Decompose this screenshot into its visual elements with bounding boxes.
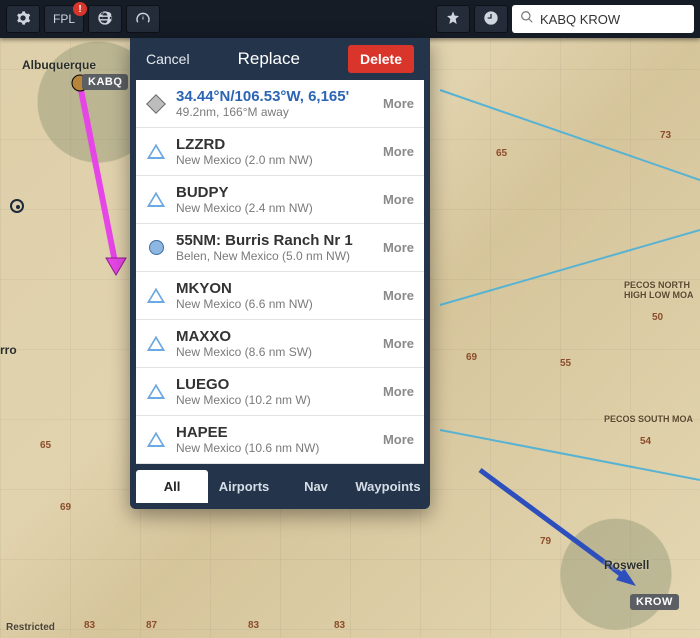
moa-label-1: PECOS NORTH HIGH LOW MOA: [624, 280, 694, 300]
map-elev: 50: [652, 312, 663, 323]
airport-tag-kabq[interactable]: KABQ: [82, 74, 128, 90]
filter-tabs: All Airports Nav Waypoints: [136, 464, 424, 503]
waypoint-name: BUDPY: [176, 184, 373, 201]
waypoint-name: MKYON: [176, 280, 373, 297]
more-button[interactable]: More: [383, 288, 414, 303]
gear-icon: [15, 10, 31, 29]
more-button[interactable]: More: [383, 336, 414, 351]
waypoint-name: 34.44°N/106.53°W, 6,165': [176, 88, 373, 105]
waypoint-name: LZZRD: [176, 136, 373, 153]
globe-button[interactable]: [88, 5, 122, 33]
gauge-icon: [135, 10, 151, 29]
waypoint-name: LUEGO: [176, 376, 373, 393]
map-elev: 54: [640, 436, 651, 447]
settings-button[interactable]: [6, 5, 40, 33]
fpl-label: FPL: [53, 12, 75, 26]
tab-airports[interactable]: Airports: [208, 470, 280, 503]
map-label-rro: rro: [0, 343, 17, 357]
map-elev: 87: [146, 620, 157, 631]
list-item[interactable]: HAPEENew Mexico (10.6 nm NW) More: [136, 416, 424, 464]
list-item[interactable]: LUEGONew Mexico (10.2 nm W) More: [136, 368, 424, 416]
map-elev: 69: [60, 502, 71, 513]
waypoint-sub: New Mexico (10.2 nm W): [176, 393, 373, 407]
list-item[interactable]: MAXXONew Mexico (8.6 nm SW) More: [136, 320, 424, 368]
airport-tag-krow[interactable]: KROW: [630, 594, 679, 610]
tab-waypoints[interactable]: Waypoints: [352, 470, 424, 503]
map-elev: 83: [248, 620, 259, 631]
search-field[interactable]: [512, 5, 694, 33]
search-input[interactable]: [540, 12, 686, 27]
waypoint-sub: New Mexico (10.6 nm NW): [176, 441, 373, 455]
list-item[interactable]: 34.44°N/106.53°W, 6,165'49.2nm, 166°M aw…: [136, 80, 424, 128]
star-button[interactable]: [436, 5, 470, 33]
list-item[interactable]: BUDPYNew Mexico (2.4 nm NW) More: [136, 176, 424, 224]
alert-badge: !: [73, 2, 87, 16]
more-button[interactable]: More: [383, 384, 414, 399]
map-elev: 83: [334, 620, 345, 631]
diamond-icon: [146, 94, 166, 114]
tab-nav[interactable]: Nav: [280, 470, 352, 503]
list-item[interactable]: 55NM: Burris Ranch Nr 1Belen, New Mexico…: [136, 224, 424, 272]
map-elev: 65: [496, 148, 507, 159]
waypoint-list[interactable]: 34.44°N/106.53°W, 6,165'49.2nm, 166°M aw…: [136, 80, 424, 464]
more-button[interactable]: More: [383, 432, 414, 447]
waypoint-name: 55NM: Burris Ranch Nr 1: [176, 232, 373, 249]
list-item[interactable]: LZZRDNew Mexico (2.0 nm NW) More: [136, 128, 424, 176]
map-elev: 79: [540, 536, 551, 547]
cancel-button[interactable]: Cancel: [146, 51, 190, 67]
more-button[interactable]: More: [383, 192, 414, 207]
triangle-icon: [147, 432, 165, 447]
map-elev: 83: [84, 620, 95, 631]
waypoint-sub: New Mexico (2.4 nm NW): [176, 201, 373, 215]
waypoint-name: HAPEE: [176, 424, 373, 441]
city-label-albuquerque: Albuquerque: [22, 58, 96, 72]
replace-popup: Cancel Replace Delete 34.44°N/106.53°W, …: [130, 38, 430, 509]
triangle-icon: [147, 336, 165, 351]
city-label-roswell: Roswell: [604, 558, 649, 572]
circle-icon: [149, 240, 164, 255]
clock-button[interactable]: [474, 5, 508, 33]
map-elev: 55: [560, 358, 571, 369]
moa-label-2: PECOS SOUTH MOA: [604, 414, 693, 424]
map-elev: 69: [466, 352, 477, 363]
popup-header: Cancel Replace Delete: [136, 38, 424, 80]
more-button[interactable]: More: [383, 144, 414, 159]
waypoint-sub: 49.2nm, 166°M away: [176, 105, 373, 119]
map-elev: 73: [660, 130, 671, 141]
tab-all[interactable]: All: [136, 470, 208, 503]
popup-title: Replace: [238, 49, 300, 69]
map-fix-symbol: [10, 199, 24, 213]
waypoint-sub: New Mexico (2.0 nm NW): [176, 153, 373, 167]
more-button[interactable]: More: [383, 240, 414, 255]
map-elev: 65: [40, 440, 51, 451]
delete-button[interactable]: Delete: [348, 45, 414, 73]
waypoint-sub: New Mexico (6.6 nm NW): [176, 297, 373, 311]
toolbar: FPL !: [0, 0, 700, 38]
fpl-button[interactable]: FPL !: [44, 5, 84, 33]
more-button[interactable]: More: [383, 96, 414, 111]
globe-icon: [97, 10, 113, 29]
waypoint-sub: New Mexico (8.6 nm SW): [176, 345, 373, 359]
waypoint-sub: Belen, New Mexico (5.0 nm NW): [176, 249, 373, 263]
gauge-button[interactable]: [126, 5, 160, 33]
triangle-icon: [147, 144, 165, 159]
triangle-icon: [147, 288, 165, 303]
restricted-label: Restricted: [6, 622, 55, 633]
clock-icon: [483, 10, 499, 29]
waypoint-name: MAXXO: [176, 328, 373, 345]
star-icon: [445, 10, 461, 29]
triangle-icon: [147, 384, 165, 399]
search-icon: [520, 10, 534, 29]
list-item[interactable]: MKYONNew Mexico (6.6 nm NW) More: [136, 272, 424, 320]
triangle-icon: [147, 192, 165, 207]
